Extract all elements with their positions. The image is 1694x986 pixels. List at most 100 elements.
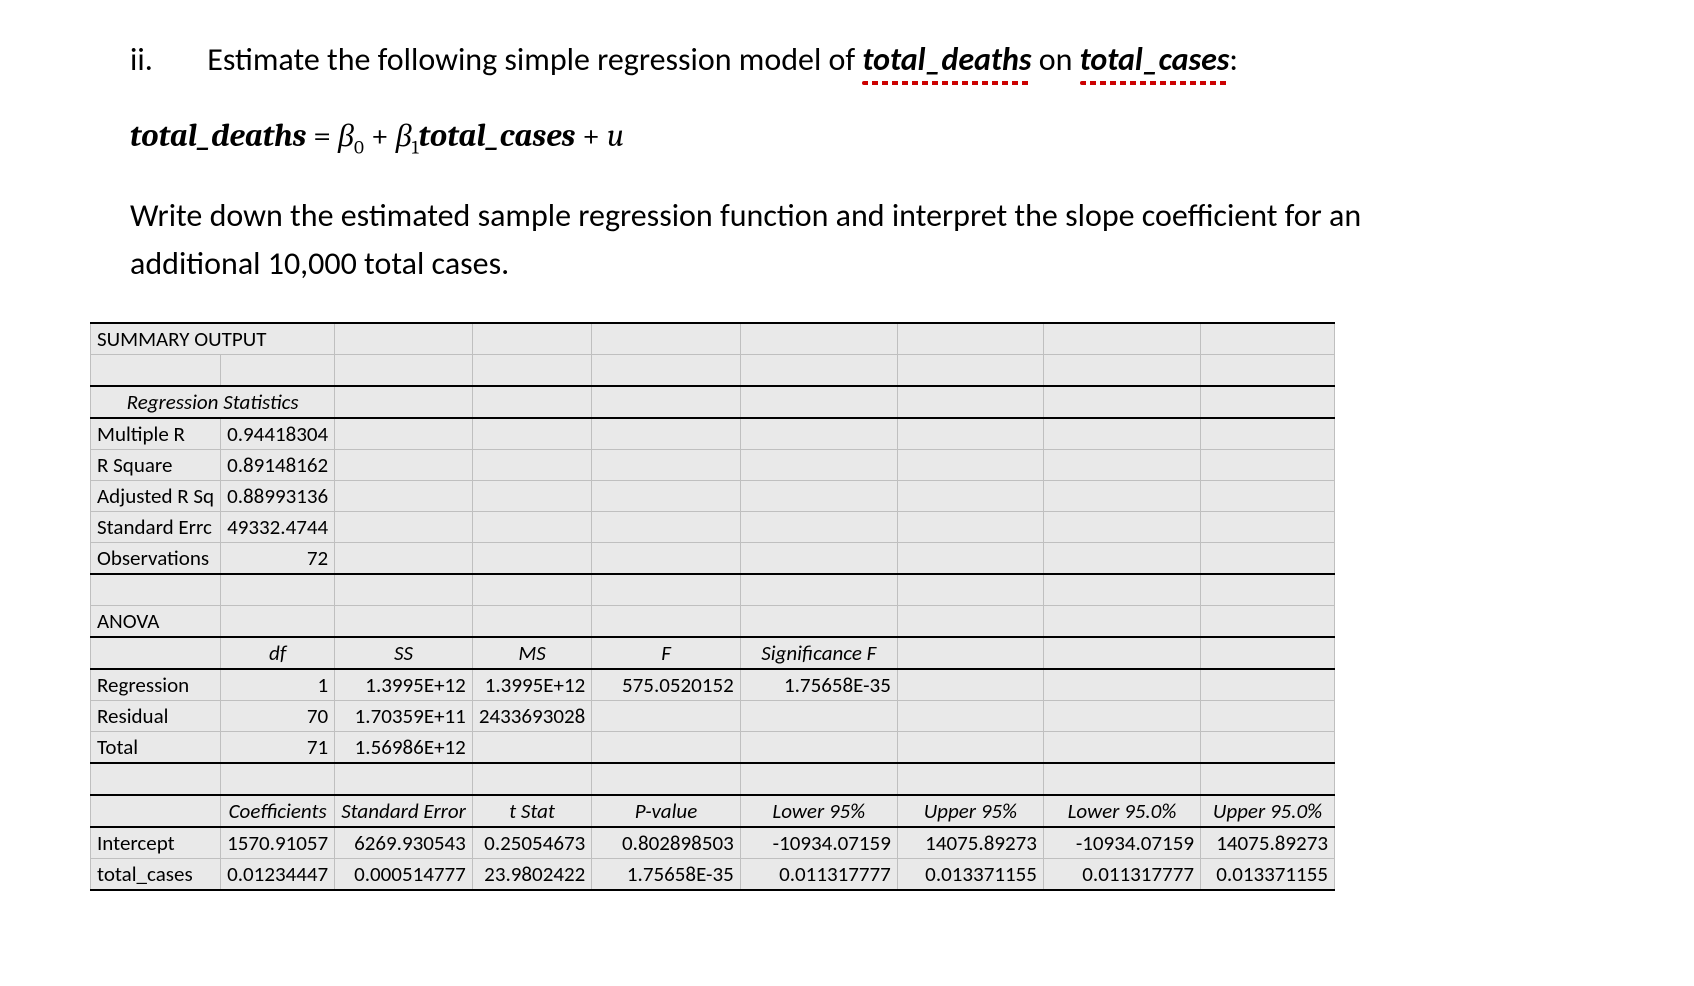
eq-plus1: + <box>364 117 396 154</box>
regstats-title: Regression Statistics <box>91 386 335 418</box>
coef-total-cases: total_cases 0.01234447 0.000514777 23.98… <box>91 859 1335 891</box>
label: Intercept <box>91 827 221 859</box>
coef-intercept: Intercept 1570.91057 6269.930543 0.25054… <box>91 827 1335 859</box>
eq-sub1: 1 <box>412 136 419 158</box>
label: Observations <box>91 543 221 575</box>
question-line: ii. Estimate the following simple regres… <box>90 38 1604 83</box>
label: Standard Errc <box>91 512 221 543</box>
l95: -10934.07159 <box>740 827 897 859</box>
eq-u: u <box>607 117 624 154</box>
equation: total_deaths = β0 + β1total_cases + u <box>130 117 1604 158</box>
ss: 1.56986E+12 <box>335 732 473 764</box>
ss: 1.70359E+11 <box>335 701 473 732</box>
blank-row <box>91 355 1335 387</box>
f <box>592 732 741 764</box>
summary-title: SUMMARY OUTPUT <box>91 323 335 355</box>
anova-residual: Residual 70 1.70359E+11 2433693028 <box>91 701 1335 732</box>
stat-std-err: Standard Errc 49332.4744 <box>91 512 1335 543</box>
hdr-df: df <box>221 637 335 669</box>
hdr-ss: SS <box>335 637 473 669</box>
regstats-title-row: Regression Statistics <box>91 386 1335 418</box>
eq-beta0: β <box>338 117 354 154</box>
se: 0.000514777 <box>335 859 473 891</box>
se: 6269.930543 <box>335 827 473 859</box>
label: Regression <box>91 669 221 701</box>
sigf <box>740 732 897 764</box>
hdr-l95: Lower 95% <box>740 795 897 827</box>
question-text: Estimate the following simple regression… <box>207 40 1238 79</box>
question-lead: Estimate the following simple regression… <box>207 40 862 79</box>
value: 0.94418304 <box>221 418 335 450</box>
page-root: ii. Estimate the following simple regres… <box>0 0 1694 986</box>
anova-headers: df SS MS F Significance F <box>91 637 1335 669</box>
coef: 1570.91057 <box>221 827 335 859</box>
u950: 14075.89273 <box>1201 827 1335 859</box>
anova-regression: Regression 1 1.3995E+12 1.3995E+12 575.0… <box>91 669 1335 701</box>
eq-lhs: total_deaths <box>130 117 306 154</box>
blank-row <box>91 574 1335 606</box>
coef: 0.01234447 <box>221 859 335 891</box>
stat-multiple-r: Multiple R 0.94418304 <box>91 418 1335 450</box>
hdr-l950: Lower 95.0% <box>1043 795 1200 827</box>
df: 70 <box>221 701 335 732</box>
eq-plus2: + <box>575 117 607 154</box>
anova-title: ANOVA <box>91 606 221 638</box>
regression-output-table: SUMMARY OUTPUT Regression Statistics Mul… <box>90 322 1335 891</box>
value: 0.89148162 <box>221 450 335 481</box>
stat-observations: Observations 72 <box>91 543 1335 575</box>
hdr-t: t Stat <box>472 795 591 827</box>
f <box>592 701 741 732</box>
ss: 1.3995E+12 <box>335 669 473 701</box>
p: 0.802898503 <box>592 827 741 859</box>
label: total_cases <box>91 859 221 891</box>
u95: 14075.89273 <box>897 827 1043 859</box>
value: 0.88993136 <box>221 481 335 512</box>
label: Adjusted R Sq <box>91 481 221 512</box>
eq-eq: = <box>306 117 338 154</box>
t: 23.9802422 <box>472 859 591 891</box>
l95: 0.011317777 <box>740 859 897 891</box>
hdr-u95: Upper 95% <box>897 795 1043 827</box>
ms: 1.3995E+12 <box>472 669 591 701</box>
summary-title-row: SUMMARY OUTPUT <box>91 323 1335 355</box>
label: R Square <box>91 450 221 481</box>
label: Total <box>91 732 221 764</box>
eq-rhs: total_cases <box>419 117 576 154</box>
eq-sub0: 0 <box>354 136 364 158</box>
hdr-se: Standard Error <box>335 795 473 827</box>
hdr-ms: MS <box>472 637 591 669</box>
hdr-coef: Coefficients <box>221 795 335 827</box>
hdr-f: F <box>592 637 741 669</box>
list-marker: ii. <box>130 38 200 83</box>
ms: 2433693028 <box>472 701 591 732</box>
sigf <box>740 701 897 732</box>
value: 72 <box>221 543 335 575</box>
stat-adj-r-sq: Adjusted R Sq 0.88993136 <box>91 481 1335 512</box>
l950: -10934.07159 <box>1043 827 1200 859</box>
sigf: 1.75658E-35 <box>740 669 897 701</box>
blank-row <box>91 763 1335 795</box>
hdr-sigf: Significance F <box>740 637 897 669</box>
hdr-u950: Upper 95.0% <box>1201 795 1335 827</box>
stat-r-square: R Square 0.89148162 <box>91 450 1335 481</box>
p: 1.75658E-35 <box>592 859 741 891</box>
instruction: Write down the estimated sample regressi… <box>130 192 1450 288</box>
anova-title-row: ANOVA <box>91 606 1335 638</box>
df: 1 <box>221 669 335 701</box>
question-end: : <box>1229 40 1238 79</box>
u950: 0.013371155 <box>1201 859 1335 891</box>
t: 0.25054673 <box>472 827 591 859</box>
eq-beta1: β <box>396 117 412 154</box>
u95: 0.013371155 <box>897 859 1043 891</box>
anova-total: Total 71 1.56986E+12 <box>91 732 1335 764</box>
df: 71 <box>221 732 335 764</box>
ms <box>472 732 591 764</box>
var-total-deaths: total_deaths <box>862 38 1031 83</box>
question-mid: on <box>1032 40 1080 79</box>
coef-headers: Coefficients Standard Error t Stat P-val… <box>91 795 1335 827</box>
f: 575.0520152 <box>592 669 741 701</box>
label: Multiple R <box>91 418 221 450</box>
value: 49332.4744 <box>221 512 335 543</box>
label: Residual <box>91 701 221 732</box>
var-total-cases: total_cases <box>1080 38 1230 83</box>
